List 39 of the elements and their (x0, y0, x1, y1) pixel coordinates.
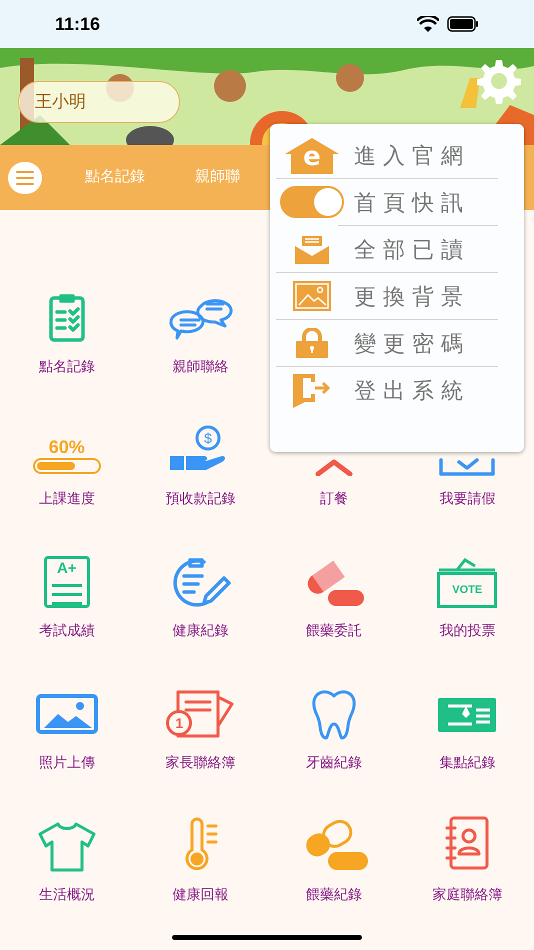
menu-item[interactable]: 更換背景 (270, 273, 524, 319)
menu-item[interactable]: e 進入官網 (270, 132, 524, 178)
menu-button[interactable] (8, 162, 42, 194)
clock-time: 11:16 (55, 12, 100, 36)
feature-label[interactable]: 餵藥紀錄 (306, 884, 362, 905)
feature-label[interactable]: 集點紀錄 (439, 752, 496, 773)
battery-icon (447, 16, 479, 32)
feature-label[interactable]: 我要請假 (439, 488, 496, 509)
menu-item[interactable]: 首頁快訊 (270, 179, 524, 225)
feature-label[interactable]: 點名記錄 (38, 356, 95, 377)
feature-label[interactable]: 健康紀錄 (172, 620, 228, 641)
feature-label[interactable]: 健康回報 (172, 884, 228, 905)
home-icon: e (283, 136, 341, 174)
image-icon (293, 281, 331, 311)
feature-label[interactable]: 上課進度 (38, 488, 95, 509)
exit-door-icon (291, 372, 333, 408)
shirt-icon (36, 820, 98, 872)
feature-label[interactable]: 考試成績 (38, 620, 95, 641)
feature-label[interactable]: 家庭聯絡簿 (432, 884, 502, 905)
menu-item[interactable]: 變更密碼 (270, 320, 524, 366)
student-name-field[interactable]: 王小明 (18, 81, 180, 123)
feature-label[interactable]: 餵藥委託 (306, 620, 362, 641)
feature-label[interactable]: 親師聯絡 (172, 356, 228, 377)
exam-paper-icon: A+ (44, 556, 90, 608)
toggle-switch[interactable] (280, 186, 344, 218)
feature-label[interactable]: 照片上傳 (38, 752, 95, 773)
menu-item[interactable]: 登出系統 (270, 367, 524, 413)
lock-icon (295, 328, 329, 358)
feature-label[interactable]: 家長聯絡簿 (165, 752, 236, 773)
wifi-icon (417, 16, 439, 32)
menu-item[interactable]: 全部已讀 (270, 226, 524, 272)
feature-label[interactable]: 我的投票 (439, 620, 496, 641)
settings-icon[interactable] (476, 58, 522, 104)
feature-label[interactable]: 訂餐 (320, 488, 348, 509)
feature-label[interactable]: 牙齒紀錄 (306, 752, 362, 773)
envelope-icon (294, 234, 330, 264)
feature-label[interactable]: 生活概況 (38, 884, 95, 905)
feature-label[interactable]: 預收款記錄 (165, 488, 236, 509)
menu-icon (16, 170, 34, 184)
